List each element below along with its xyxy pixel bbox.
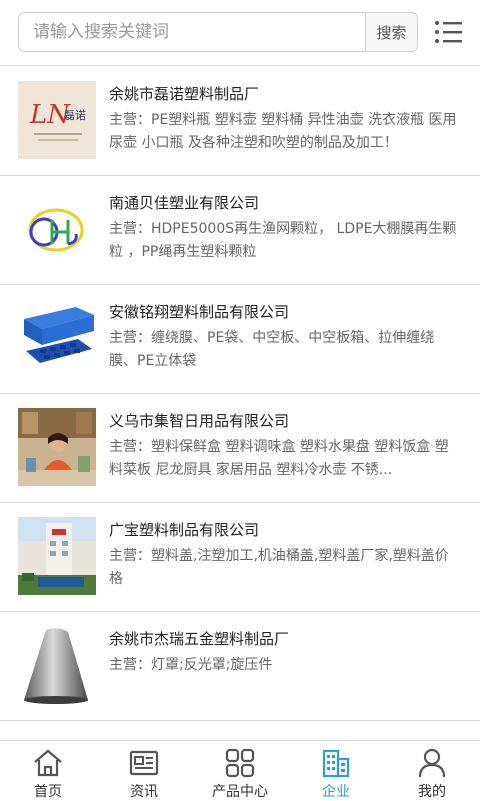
bottom-tab-bar: 首页 资讯 产品中心 企业 我的 [0,740,480,800]
search-input[interactable] [19,13,366,51]
search-button[interactable]: 搜索 [365,13,417,51]
tab-label: 企业 [322,784,350,800]
list-item[interactable]: 余姚市杰瑞五金塑料制品厂 主营：灯罩;反光罩;旋压件 [0,612,480,721]
top-bar: 搜索 [0,0,480,66]
tab-home[interactable]: 首页 [0,741,96,800]
tab-label: 我的 [418,784,446,800]
company-name[interactable]: 义乌市集智日用品有限公司 [109,410,289,431]
tab-news[interactable]: 资讯 [96,741,192,800]
user-icon [418,748,446,778]
grid-icon [225,748,255,778]
company-business: 主营：塑料保鲜盒 塑料调味盒 塑料水果盘 塑料饭盒 塑料菜板 尼龙厨具 家居用品… [109,439,449,478]
logo-text: 磊诺 [64,109,86,122]
company-business: 主营：HDPE5000S再生渔网颗粒， LDPE大棚膜再生颗粒 ，PP绳再生塑料… [109,221,457,260]
tab-products[interactable]: 产品中心 [192,741,288,800]
list-item[interactable]: 南通贝佳塑业有限公司 主营：HDPE5000S再生渔网颗粒， LDPE大棚膜再生… [0,176,480,285]
company-business: 主营：塑料盖,注塑加工,机油桶盖,塑料盖厂家,塑料盖价格 [109,548,449,587]
company-logo-image [18,190,96,268]
list-item[interactable]: 安徽铭翔塑料制品有限公司 主营：缠绕膜、PE袋、中空板、中空板箱、拉伸缠绕膜、P… [0,285,480,394]
tab-label: 首页 [34,784,62,800]
company-name[interactable]: 余姚市磊诺塑料制品厂 [109,83,259,104]
company-building-image [18,517,96,595]
list-item[interactable]: 广宝塑料制品有限公司 主营：塑料盖,注塑加工,机油桶盖,塑料盖厂家,塑料盖价格 [0,503,480,612]
tab-enterprise[interactable]: 企业 [288,741,384,800]
search-box: 搜索 [18,12,418,52]
company-business: 主营：灯罩;反光罩;旋压件 [109,657,273,673]
tab-label: 产品中心 [212,784,268,800]
company-business: 主营：缠绕膜、PE袋、中空板、中空板箱、拉伸缠绕膜、PE立体袋 [109,330,435,369]
company-logo-image: LN 磊诺 [18,81,96,159]
company-product-image [18,626,96,704]
menu-list-icon[interactable] [434,17,464,47]
home-icon [34,749,62,777]
company-name[interactable]: 广宝塑料制品有限公司 [109,519,259,540]
tab-mine[interactable]: 我的 [384,741,480,800]
company-name[interactable]: 南通贝佳塑业有限公司 [109,192,259,213]
list-item[interactable]: LN 磊诺 余姚市磊诺塑料制品厂 主营：PE塑料瓶 塑料壶 塑料桶 异性油壶 洗… [0,67,480,176]
company-list: LN 磊诺 余姚市磊诺塑料制品厂 主营：PE塑料瓶 塑料壶 塑料桶 异性油壶 洗… [0,67,480,721]
company-product-image [18,299,96,377]
company-name[interactable]: 安徽铭翔塑料制品有限公司 [109,301,289,322]
company-photo-image [18,408,96,486]
company-business: 主营：PE塑料瓶 塑料壶 塑料桶 异性油壶 洗衣液瓶 医用尿壶 小口瓶 及各种注… [109,112,457,151]
tab-label: 资讯 [130,784,158,800]
list-item[interactable]: 义乌市集智日用品有限公司 主营：塑料保鲜盒 塑料调味盒 塑料水果盘 塑料饭盒 塑… [0,394,480,503]
company-name[interactable]: 余姚市杰瑞五金塑料制品厂 [109,628,289,649]
building-icon [322,749,350,778]
news-icon [129,750,159,776]
